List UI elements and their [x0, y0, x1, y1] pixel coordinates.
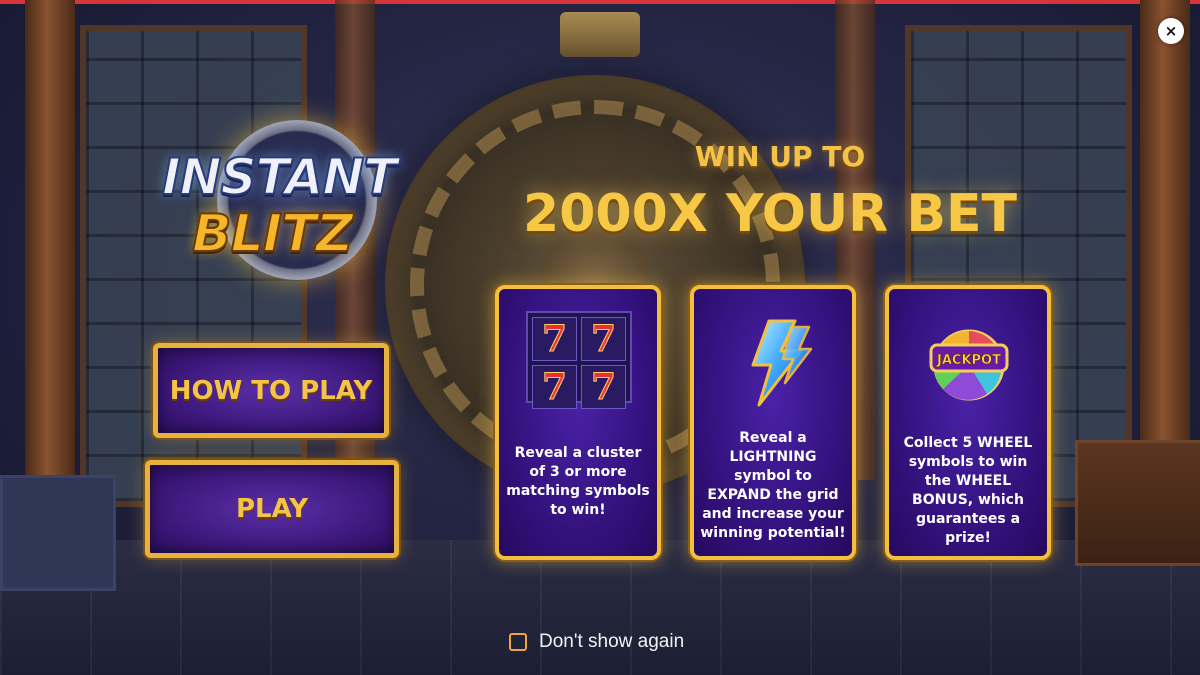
background-cabinet: [1075, 440, 1200, 566]
dont-show-again-toggle[interactable]: Don't show again: [509, 630, 684, 654]
background-pillar: [1140, 0, 1190, 480]
seven-symbol: 7: [532, 317, 577, 361]
background-cabinet: [0, 475, 116, 591]
seven-symbol: 7: [581, 317, 626, 361]
sevens-icon: 7 7 7 7: [526, 311, 632, 409]
game-logo: INSTANT BLITZ: [161, 120, 402, 280]
jackpot-badge-text: JACKPOT: [936, 353, 1001, 368]
dont-show-again-checkbox[interactable]: [509, 633, 527, 651]
play-button[interactable]: PLAY: [145, 460, 399, 558]
logo-title-line1: INSTANT: [161, 147, 398, 207]
logo-title-line2: BLITZ: [191, 203, 354, 265]
feature-card-text: Reveal a LIGHTNING symbol to EXPAND the …: [700, 430, 846, 541]
seven-symbol: 7: [581, 365, 626, 409]
lightning-icon: [751, 319, 813, 407]
feature-card-wheel: JACKPOT Collect 5 WHEEL symbols to win t…: [885, 285, 1051, 560]
background-pillar: [25, 0, 75, 480]
feature-card-text: Reveal a cluster of 3 or more matching s…: [506, 445, 650, 518]
feature-card-cluster: 7 7 7 7 Reveal a cluster of 3 or more ma…: [495, 285, 661, 560]
close-button[interactable]: ×: [1158, 18, 1184, 44]
jackpot-wheel-icon: JACKPOT: [929, 329, 1009, 401]
top-accent-line: [0, 0, 1200, 4]
headline-max-win: 2000X YOUR BET: [523, 184, 1017, 244]
vault-hinge: [560, 12, 640, 57]
feature-card-lightning: Reveal a LIGHTNING symbol to EXPAND the …: [690, 285, 856, 560]
how-to-play-button[interactable]: HOW TO PLAY: [153, 343, 389, 438]
dont-show-again-label: Don't show again: [539, 631, 685, 652]
background-floor: [0, 540, 1200, 675]
headline-win-up-to: WIN UP TO: [694, 140, 866, 173]
seven-symbol: 7: [532, 365, 577, 409]
feature-card-text: Collect 5 WHEEL symbols to win the WHEEL…: [903, 435, 1033, 546]
game-intro-screen: INSTANT BLITZ HOW TO PLAY PLAY WIN UP TO…: [0, 0, 1200, 675]
